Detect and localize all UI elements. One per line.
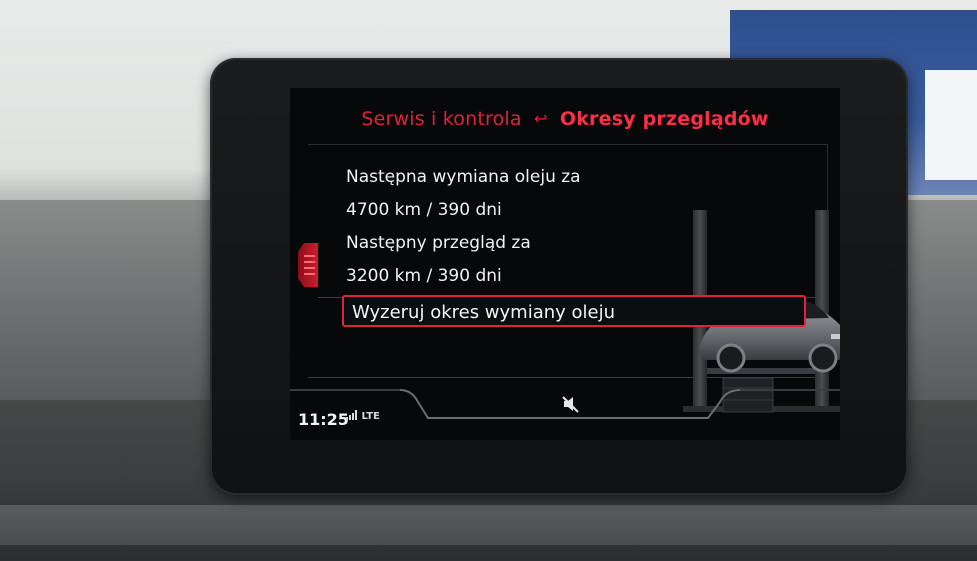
next-oil-change-value: 4700 km / 390 dni	[346, 200, 502, 220]
network-indicator: LTE	[346, 410, 380, 422]
next-service-value: 3200 km / 390 dni	[346, 266, 502, 286]
next-service-label: Następny przegląd za	[346, 233, 531, 253]
speaker-mute-icon[interactable]	[560, 394, 582, 414]
infotainment-screen: Serwis i kontrola ↩ Okresy przeglądów Na…	[290, 88, 840, 440]
page-title: Okresy przeglądów	[559, 108, 769, 130]
reset-oil-interval-button[interactable]: Wyzeruj okres wymiany oleju	[342, 295, 806, 327]
scroll-tab-line	[304, 255, 315, 257]
side-scroll-tab[interactable]	[298, 243, 318, 287]
next-oil-change-label: Następna wymiana oleju za	[346, 167, 581, 187]
scroll-tab-line	[304, 267, 315, 269]
breadcrumb-parent[interactable]: Serwis i kontrola	[361, 108, 521, 130]
network-type-label: LTE	[361, 411, 380, 422]
back-arrow-icon[interactable]: ↩	[534, 109, 548, 128]
scroll-tab-line	[304, 261, 315, 263]
background-wall-white	[925, 70, 977, 180]
signal-strength-icon	[346, 410, 357, 420]
scroll-tab-line	[304, 273, 315, 275]
breadcrumb: Serwis i kontrola ↩ Okresy przeglądów	[290, 108, 840, 130]
clock-time: 11:25	[298, 410, 349, 429]
service-intervals-list: Następna wymiana oleju za 4700 km / 390 …	[308, 144, 840, 413]
dashboard-trim	[0, 505, 977, 545]
